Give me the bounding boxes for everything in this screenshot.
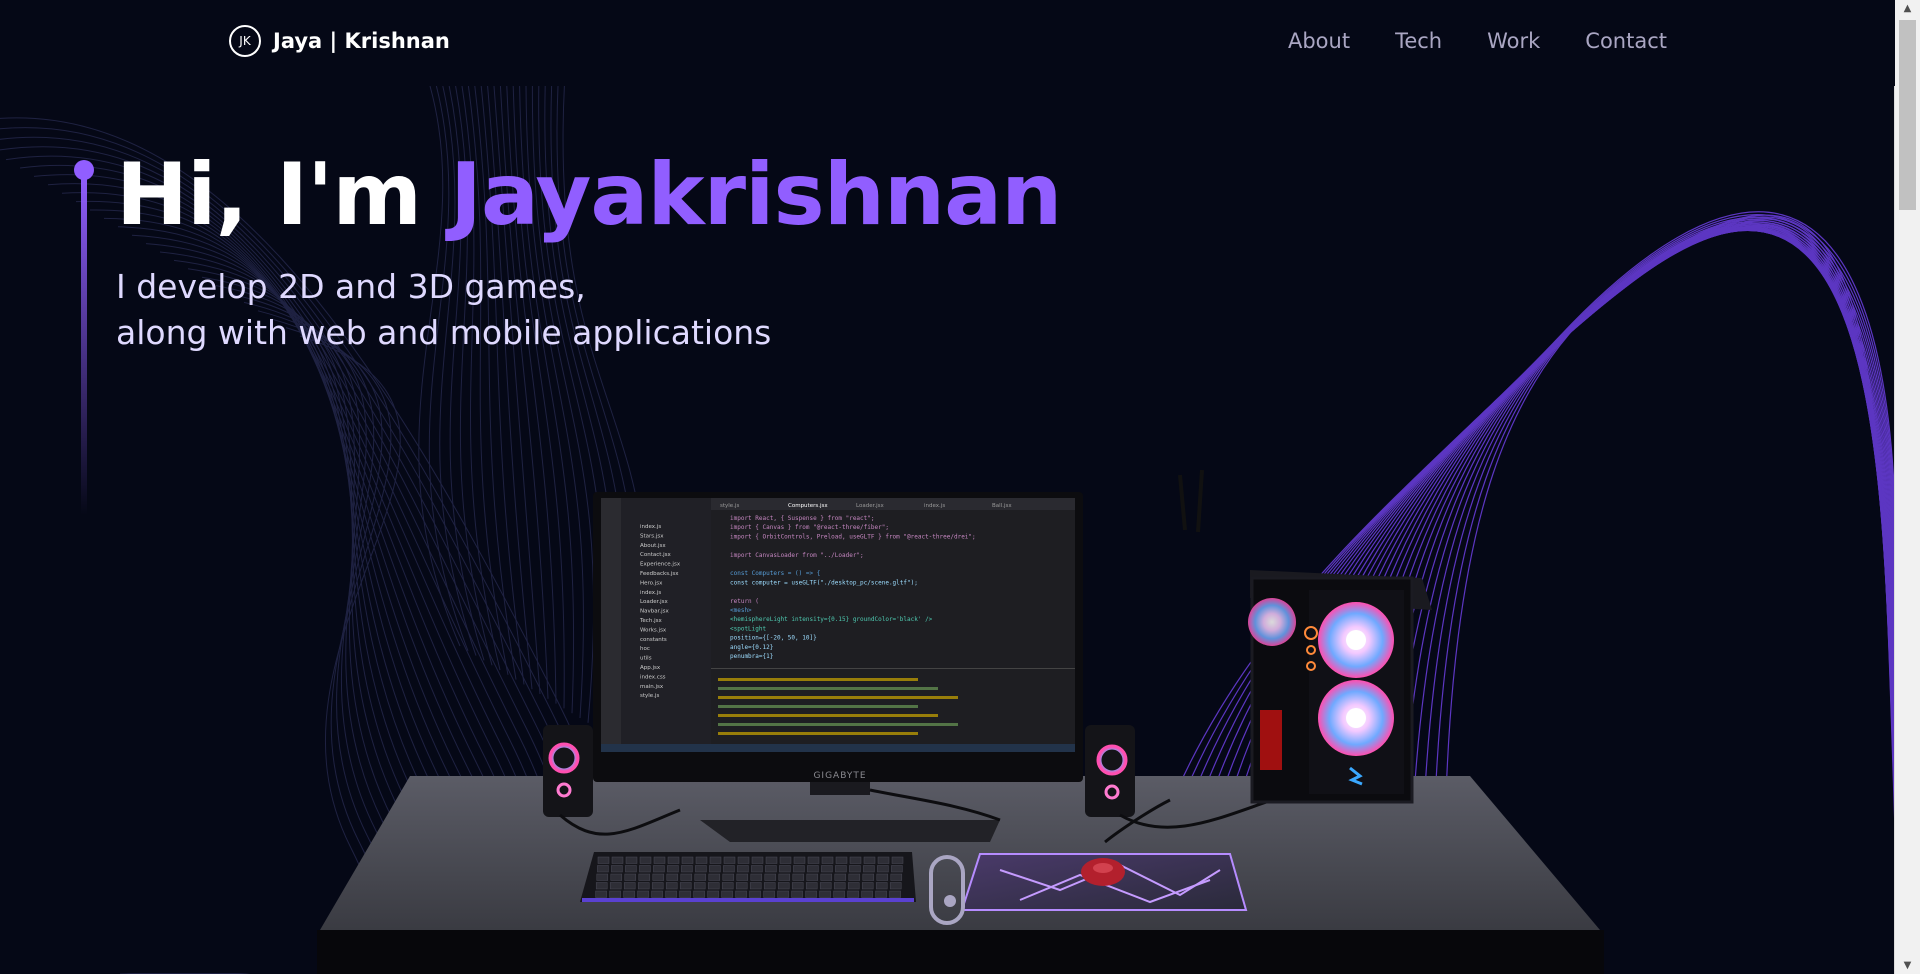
scroll-down-indicator[interactable] [929,855,965,925]
explorer-file-item: About.jsx [640,543,666,549]
editor-tab: Computers.jsx [788,503,828,509]
editor-code-line: return ( [730,598,759,605]
explorer-file-item: Works.jsx [640,627,667,633]
explorer-file-item: Navbar.jsx [640,609,669,615]
editor-code-line: const Computers = () => { [730,570,820,577]
explorer-file-item: index.css [640,674,666,680]
scroll-down-arrow-icon[interactable]: ▼ [1895,957,1920,974]
explorer-file-item: index.js [640,524,661,530]
editor-code-line: import CanvasLoader from "../Loader"; [730,552,864,559]
editor-code-line: <spotLight [730,625,767,632]
explorer-file-item: index.js [640,590,661,596]
explorer-file-item: Experience.jsx [640,562,681,568]
editor-code-line: const computer = useGLTF("./desktop_pc/s… [730,579,918,586]
explorer-file-item: Loader.jsx [640,599,668,605]
nav-link-about[interactable]: About [1288,29,1350,53]
explorer-file-item: style.js [640,693,659,699]
hero-subtitle: I develop 2D and 3D games, along with we… [116,264,771,356]
nav-link-work[interactable]: Work [1487,29,1540,53]
mouse [1081,858,1125,886]
explorer-file-item: Feedbacks.jsx [640,571,679,577]
hero-subtitle-line-2: along with web and mobile applications [116,313,772,352]
pc-tower [1178,470,1432,804]
explorer-file-item: App.jsx [640,665,661,671]
nav-links: About Tech Work Contact [1288,29,1667,53]
keyboard [580,852,916,902]
editor-code-line: penumbra={1} [730,653,773,660]
logo-text: Jaya | Krishnan [273,29,450,53]
right-speaker [1085,725,1135,817]
editor-tab: style.js [720,503,739,509]
scrollbar-thumb[interactable] [1899,20,1916,210]
hero-accent-line [74,160,94,515]
hero-greeting: Hi, I'm [116,145,450,245]
nav-link-contact[interactable]: Contact [1585,29,1667,53]
editor-code-line: import React, { Suspense } from "react"; [730,515,875,522]
editor-tab: index.js [924,503,945,509]
navbar: JK Jaya | Krishnan About Tech Work Conta… [0,0,1895,86]
editor-code-line: import { OrbitControls, Preload, useGLTF… [730,533,976,540]
explorer-file-item: hoc [640,646,650,652]
explorer-file-item: Tech.jsx [639,618,662,624]
explorer-file-item: constants [640,637,667,643]
nav-link-tech[interactable]: Tech [1395,29,1442,53]
page-scrollbar[interactable]: ▲ ▼ [1894,0,1920,974]
monitor: import React, { Suspense } from "react";… [593,492,1083,782]
scroll-dot [944,895,956,907]
hero-subtitle-line-1: I develop 2D and 3D games, [116,267,586,306]
editor-code-line: position={[-20, 50, 10]} [730,635,817,642]
explorer-file-item: Stars.jsx [640,533,664,539]
monitor-brand-label: GIGABYTE [813,771,866,781]
scroll-up-arrow-icon[interactable]: ▲ [1895,0,1920,17]
explorer-file-item: Contact.jsx [640,552,672,558]
editor-code-line: <mesh> [730,607,752,614]
explorer-file-item: utils [640,656,652,662]
editor-code-line: <hemisphereLight intensity={0.15} ground… [730,616,933,623]
editor-code-line: angle={0.12} [730,644,773,651]
portfolio-page: JK Jaya | Krishnan About Tech Work Conta… [0,0,1920,974]
editor-tab: Ball.jsx [992,503,1012,509]
explorer-file-item: main.jsx [640,684,664,690]
left-speaker [543,725,593,817]
editor-code-line: import { Canvas } from "@react-three/fib… [730,524,889,531]
hero-title: Hi, I'm Jayakrishnan [116,145,1062,245]
hero-name: Jayakrishnan [449,145,1062,245]
logo-icon: JK [229,25,261,57]
editor-tab: Loader.jsx [856,503,884,509]
logo-link[interactable]: JK Jaya | Krishnan [229,25,450,57]
explorer-file-item: Hero.jsx [640,580,663,586]
